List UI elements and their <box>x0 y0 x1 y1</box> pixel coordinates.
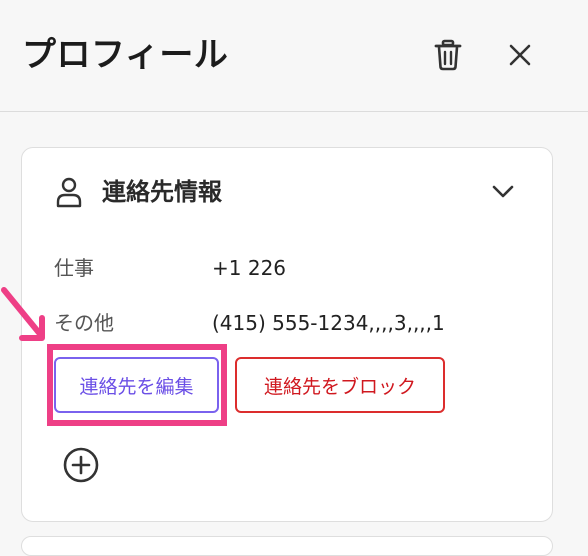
next-card-edge <box>21 536 553 556</box>
close-button[interactable] <box>504 38 536 72</box>
close-icon <box>509 44 531 66</box>
chevron-down-icon[interactable] <box>490 178 516 204</box>
contact-info-title: 連絡先情報 <box>102 178 222 206</box>
edit-contact-button[interactable]: 連絡先を編集 <box>54 357 219 413</box>
page-title: プロフィール <box>22 35 229 75</box>
person-icon <box>56 177 82 208</box>
pointer-arrow-icon <box>1 287 45 341</box>
trash-icon <box>434 39 462 71</box>
other-phone-value: (415) 555-1234,,,,3,,,,1 <box>212 311 445 335</box>
plus-circle-icon[interactable] <box>62 446 100 484</box>
block-contact-button[interactable]: 連絡先をブロック <box>235 357 445 413</box>
profile-header: プロフィール <box>0 0 588 112</box>
contact-info-header[interactable]: 連絡先情報 <box>22 148 552 236</box>
other-label: その他 <box>54 311 114 335</box>
work-phone-value: +1 226 <box>212 256 287 280</box>
work-label: 仕事 <box>54 256 94 280</box>
contact-info-card: 連絡先情報 仕事 +1 226 その他 (415) 555-1234,,,,3,… <box>21 147 553 522</box>
delete-button[interactable] <box>432 38 464 72</box>
